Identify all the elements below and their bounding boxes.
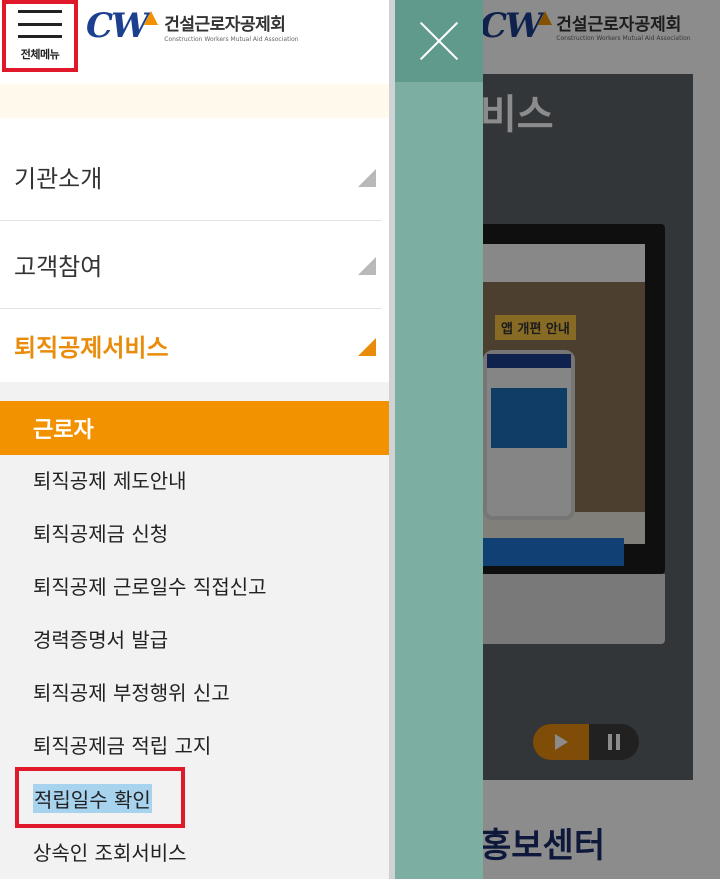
triangle-arrow-icon — [358, 256, 376, 275]
menu-item-label: 기관소개 — [14, 165, 103, 193]
triangle-arrow-icon — [358, 337, 376, 356]
submenu-item[interactable]: 퇴직공제금 적립 고지 — [0, 718, 389, 770]
menu-item-retirement-service[interactable]: 퇴직공제서비스 — [0, 309, 382, 382]
annotation-highlight-box — [15, 767, 185, 828]
submenu-item-label: 퇴직공제 제도안내 — [33, 468, 187, 493]
menu-item-label: 퇴직공제서비스 — [14, 334, 169, 362]
submenu-item[interactable]: 퇴직공제 부정행위 신고 — [0, 665, 389, 717]
drawer-edge — [389, 0, 395, 879]
menu-item-label: 고객참여 — [14, 253, 103, 281]
submenu-section-label: 근로자 — [33, 418, 94, 443]
submenu-item[interactable]: 경력증명서 발급 — [0, 612, 389, 664]
close-strip[interactable] — [395, 0, 483, 879]
menu-item-customer[interactable]: 고객참여 — [0, 221, 382, 309]
submenu-item-label: 퇴직공제 부정행위 신고 — [33, 680, 230, 705]
submenu-item-label: 상속인 조회서비스 — [33, 840, 187, 865]
org-name-ko: 건설근로자공제회 — [164, 14, 286, 35]
submenu-item[interactable]: 퇴직공제금 신청 — [0, 506, 389, 558]
submenu-item[interactable]: 퇴직공제 근로일수 직접신고 — [0, 559, 389, 611]
notice-band — [0, 84, 389, 118]
org-name-en: Construction Workers Mutual Aid Associat… — [164, 35, 299, 43]
logo-mark: CW — [86, 6, 149, 46]
logo[interactable]: CW 건설근로자공제회 Construction Workers Mutual … — [86, 6, 299, 46]
submenu-item[interactable]: 퇴직공제 제도안내 — [0, 453, 389, 505]
menu-button[interactable]: 전체메뉴 — [2, 0, 78, 72]
hamburger-icon — [18, 8, 62, 40]
close-icon — [419, 21, 459, 61]
close-button[interactable] — [395, 0, 483, 82]
submenu-section-workers[interactable]: 근로자 — [0, 401, 389, 455]
submenu-item[interactable]: 상속인 조회서비스 — [0, 825, 389, 877]
logo-accent-icon — [144, 11, 159, 25]
menu-label: 전체메뉴 — [20, 48, 60, 61]
triangle-arrow-icon — [358, 168, 376, 187]
submenu-item-label: 경력증명서 발급 — [33, 627, 169, 652]
submenu-item-label: 퇴직공제금 신청 — [33, 521, 169, 546]
drawer-menu: 전체메뉴 CW 건설근로자공제회 Construction Workers Mu… — [0, 0, 389, 879]
submenu-item-label: 퇴직공제 근로일수 직접신고 — [33, 574, 267, 599]
menu-item-about[interactable]: 기관소개 — [0, 133, 382, 221]
submenu-item-label: 퇴직공제금 적립 고지 — [33, 733, 212, 758]
